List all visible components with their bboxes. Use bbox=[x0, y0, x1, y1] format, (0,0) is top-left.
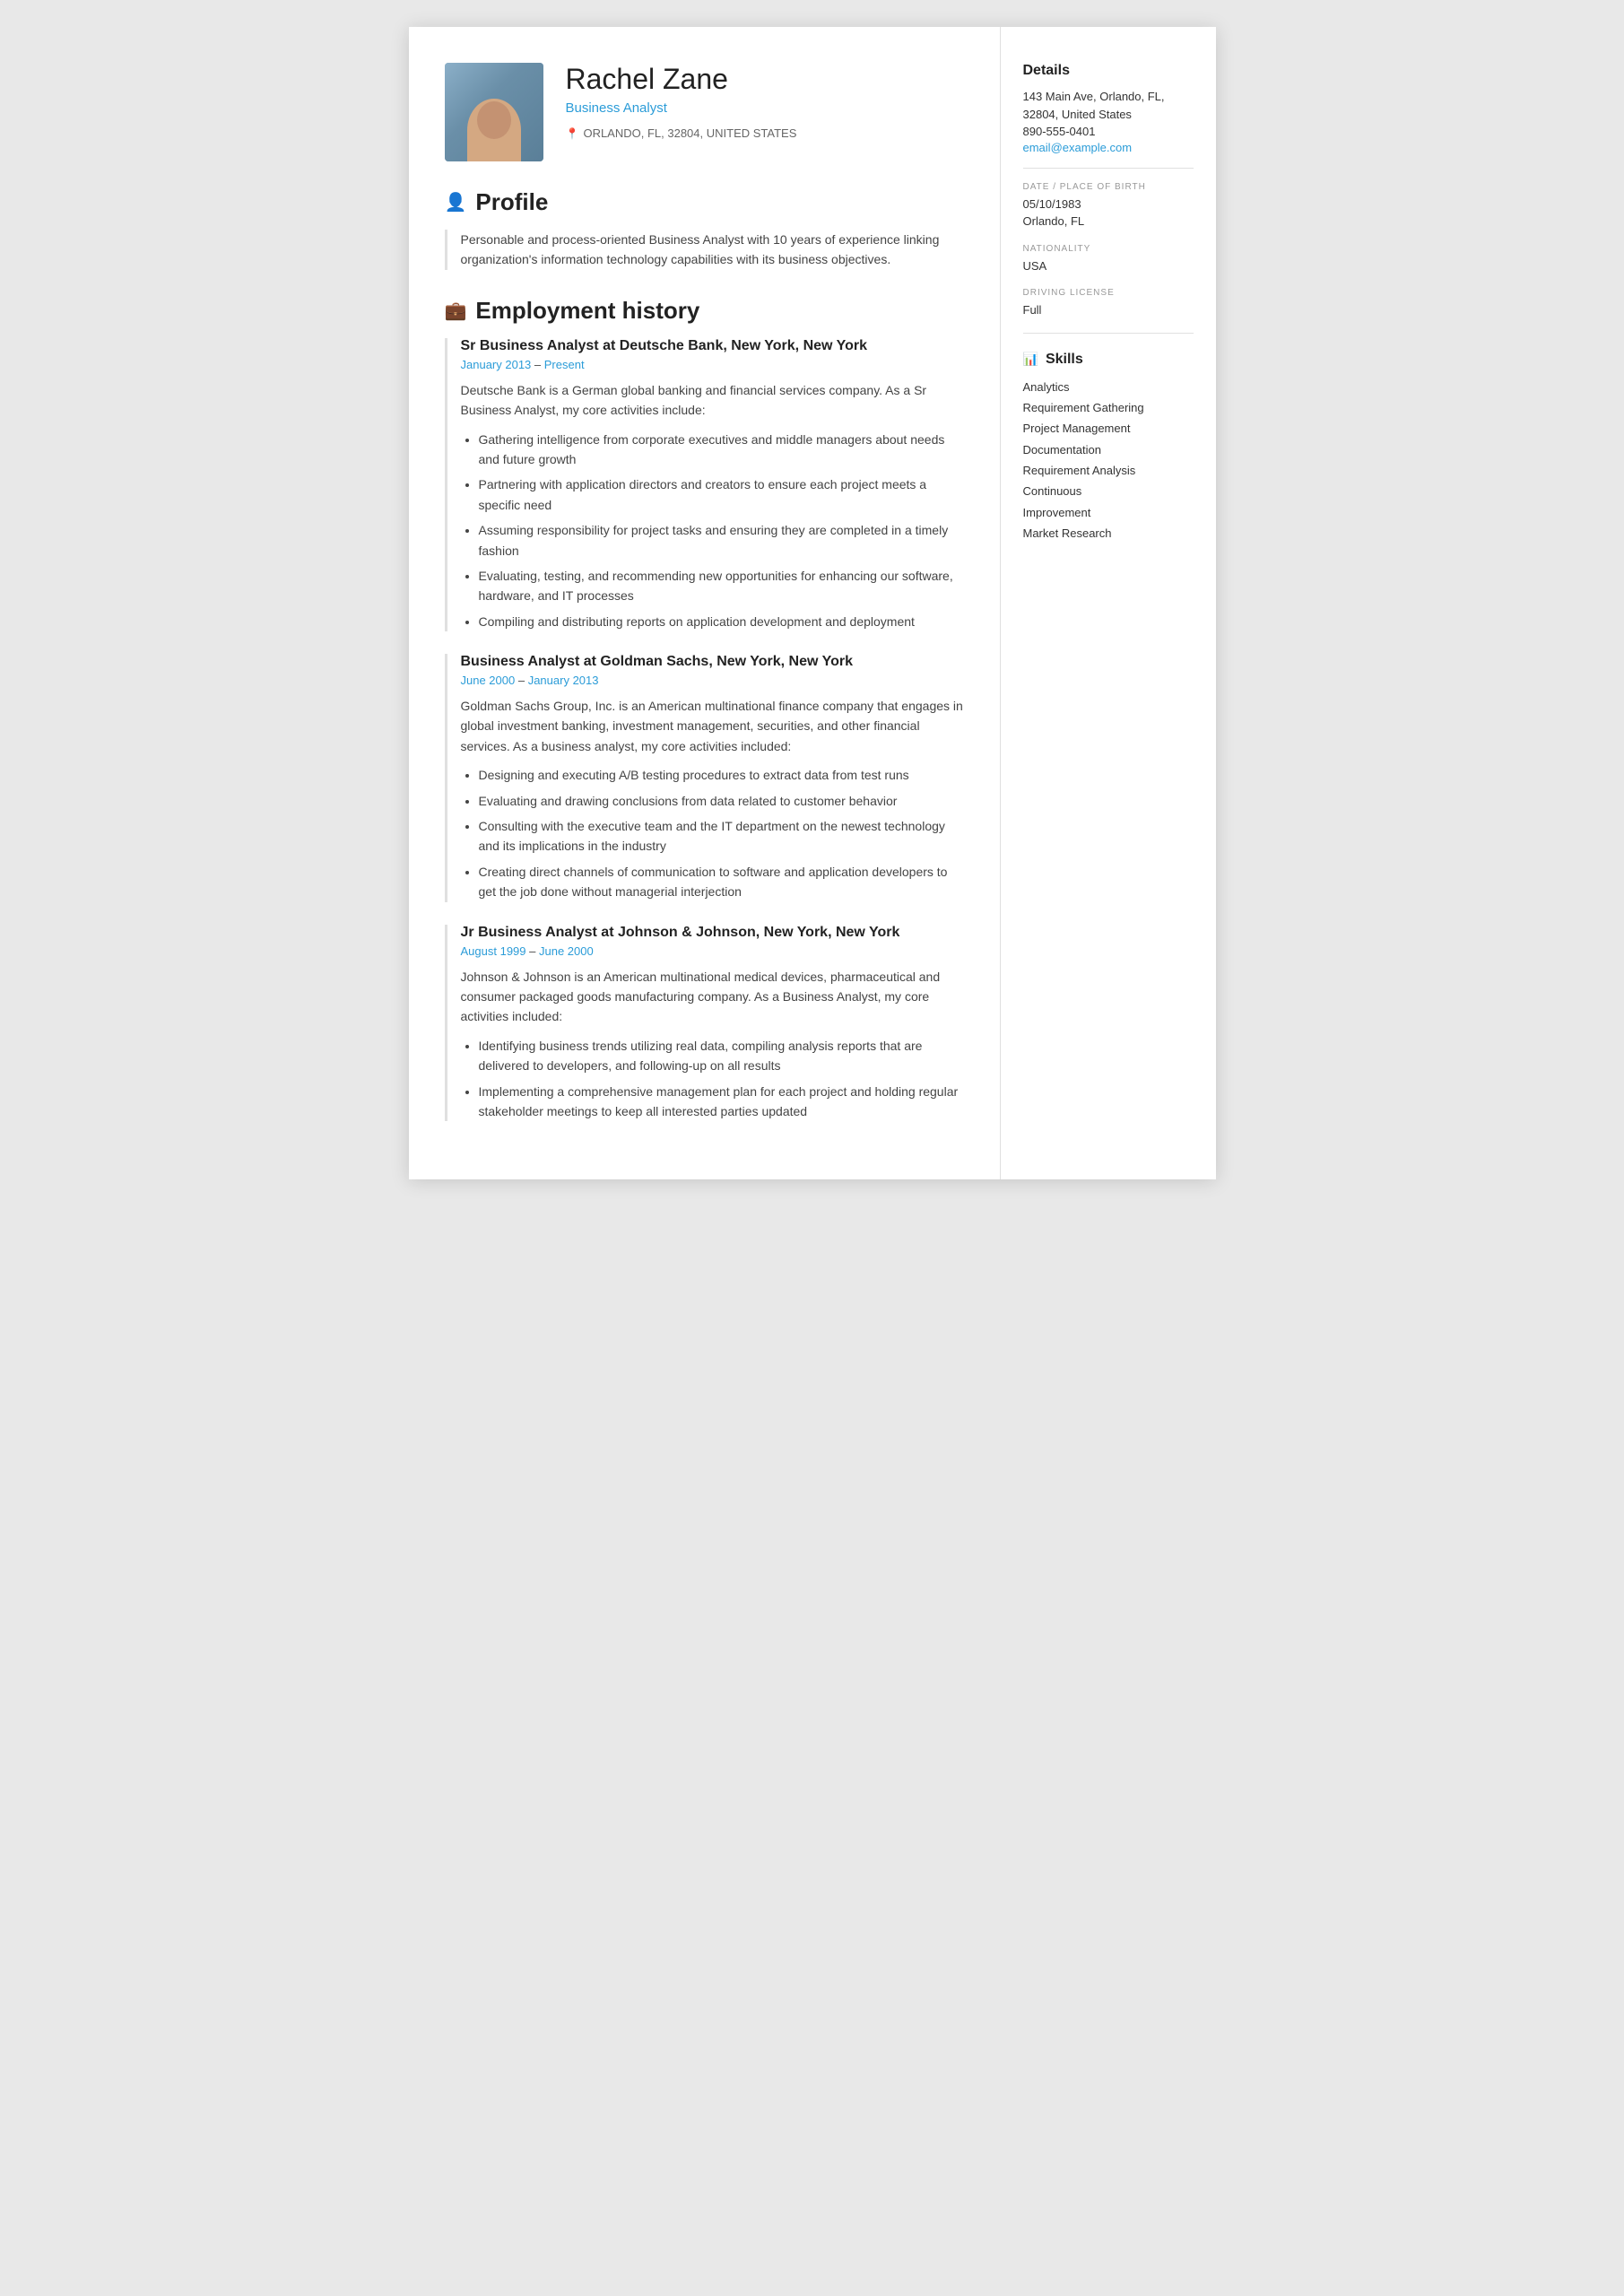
skill-6: Continuous bbox=[1023, 481, 1194, 501]
skill-8: Market Research bbox=[1023, 523, 1194, 544]
job-title-2: Business Analyst at Goldman Sachs, New Y… bbox=[461, 654, 964, 670]
driving-label: DRIVING LICENSE bbox=[1023, 288, 1194, 298]
job-title-1: Sr Business Analyst at Deutsche Bank, Ne… bbox=[461, 338, 964, 354]
list-item: Gathering intelligence from corporate ex… bbox=[479, 430, 964, 470]
list-item: Implementing a comprehensive management … bbox=[479, 1082, 964, 1122]
sidebar-birthplace: Orlando, FL bbox=[1023, 213, 1194, 230]
list-item: Assuming responsibility for project task… bbox=[479, 520, 964, 561]
employment-section-title: 💼 Employment history bbox=[445, 297, 964, 325]
profile-icon: 👤 bbox=[445, 191, 467, 213]
candidate-job-title: Business Analyst bbox=[566, 100, 964, 116]
skills-bar-icon: 📊 bbox=[1023, 352, 1038, 367]
nationality-label: NATIONALITY bbox=[1023, 244, 1194, 254]
list-item: Identifying business trends utilizing re… bbox=[479, 1036, 964, 1076]
job-entry-2: Business Analyst at Goldman Sachs, New Y… bbox=[445, 654, 964, 902]
candidate-name: Rachel Zane bbox=[566, 63, 964, 96]
profile-section-title: 👤 Profile bbox=[445, 188, 964, 216]
job-desc-3: Johnson & Johnson is an American multina… bbox=[461, 967, 964, 1027]
header-info: Rachel Zane Business Analyst 📍 ORLANDO, … bbox=[566, 63, 964, 140]
job-dash-3: – bbox=[529, 944, 539, 958]
profile-content: Personable and process-oriented Business… bbox=[445, 230, 964, 270]
employment-icon: 💼 bbox=[445, 300, 467, 322]
details-title: Details bbox=[1023, 63, 1194, 79]
skill-3: Project Management bbox=[1023, 418, 1194, 439]
skill-1: Analytics bbox=[1023, 377, 1194, 397]
job-date-start-1: January 2013 bbox=[461, 358, 532, 371]
profile-text: Personable and process-oriented Business… bbox=[461, 230, 964, 270]
job-dates-2: June 2000 – January 2013 bbox=[461, 674, 964, 687]
job-bullets-1: Gathering intelligence from corporate ex… bbox=[461, 430, 964, 632]
job-desc-2: Goldman Sachs Group, Inc. is an American… bbox=[461, 696, 964, 756]
list-item: Evaluating and drawing conclusions from … bbox=[479, 791, 964, 811]
job-date-end-1: Present bbox=[544, 358, 585, 371]
job-bullets-3: Identifying business trends utilizing re… bbox=[461, 1036, 964, 1122]
skills-section-title: 📊 Skills bbox=[1023, 352, 1194, 368]
job-date-start-2: June 2000 bbox=[461, 674, 516, 687]
sidebar-email: email@example.com bbox=[1023, 141, 1194, 154]
list-item: Compiling and distributing reports on ap… bbox=[479, 612, 964, 631]
job-dash-2: – bbox=[518, 674, 528, 687]
skill-4: Documentation bbox=[1023, 439, 1194, 460]
header-section: Rachel Zane Business Analyst 📍 ORLANDO, … bbox=[445, 63, 964, 161]
job-bullets-2: Designing and executing A/B testing proc… bbox=[461, 765, 964, 901]
resume-page: Rachel Zane Business Analyst 📍 ORLANDO, … bbox=[409, 27, 1216, 1179]
skill-5: Requirement Analysis bbox=[1023, 460, 1194, 481]
job-dates-3: August 1999 – June 2000 bbox=[461, 944, 964, 958]
location-row: 📍 ORLANDO, FL, 32804, UNITED STATES bbox=[566, 126, 964, 140]
divider-2 bbox=[1023, 333, 1194, 334]
job-date-start-3: August 1999 bbox=[461, 944, 526, 958]
sidebar-address: 143 Main Ave, Orlando, FL, 32804, United… bbox=[1023, 88, 1194, 123]
job-dash-1: – bbox=[534, 358, 544, 371]
divider-1 bbox=[1023, 168, 1194, 169]
main-content: Rachel Zane Business Analyst 📍 ORLANDO, … bbox=[409, 27, 1001, 1179]
sidebar-nationality: USA bbox=[1023, 257, 1194, 275]
location-pin-icon: 📍 bbox=[566, 127, 579, 140]
list-item: Consulting with the executive team and t… bbox=[479, 816, 964, 857]
profile-section: 👤 Profile Personable and process-oriente… bbox=[445, 188, 964, 270]
list-item: Partnering with application directors an… bbox=[479, 474, 964, 515]
sidebar: Details 143 Main Ave, Orlando, FL, 32804… bbox=[1001, 27, 1216, 1179]
job-entry-3: Jr Business Analyst at Johnson & Johnson… bbox=[445, 925, 964, 1122]
job-title-3: Jr Business Analyst at Johnson & Johnson… bbox=[461, 925, 964, 941]
dob-label: DATE / PLACE OF BIRTH bbox=[1023, 182, 1194, 192]
job-date-end-2: January 2013 bbox=[528, 674, 599, 687]
job-entry-1: Sr Business Analyst at Deutsche Bank, Ne… bbox=[445, 338, 964, 631]
skill-7: Improvement bbox=[1023, 502, 1194, 523]
job-dates-1: January 2013 – Present bbox=[461, 358, 964, 371]
employment-section: 💼 Employment history Sr Business Analyst… bbox=[445, 297, 964, 1122]
sidebar-phone: 890-555-0401 bbox=[1023, 123, 1194, 141]
location-text: ORLANDO, FL, 32804, UNITED STATES bbox=[583, 126, 796, 140]
skill-2: Requirement Gathering bbox=[1023, 397, 1194, 418]
job-desc-1: Deutsche Bank is a German global banking… bbox=[461, 380, 964, 421]
job-date-end-3: June 2000 bbox=[539, 944, 594, 958]
list-item: Designing and executing A/B testing proc… bbox=[479, 765, 964, 785]
sidebar-dob: 05/10/1983 bbox=[1023, 196, 1194, 213]
list-item: Creating direct channels of communicatio… bbox=[479, 862, 964, 902]
sidebar-driving: Full bbox=[1023, 301, 1194, 319]
skills-label: Skills bbox=[1046, 352, 1083, 368]
list-item: Evaluating, testing, and recommending ne… bbox=[479, 566, 964, 606]
avatar bbox=[445, 63, 543, 161]
